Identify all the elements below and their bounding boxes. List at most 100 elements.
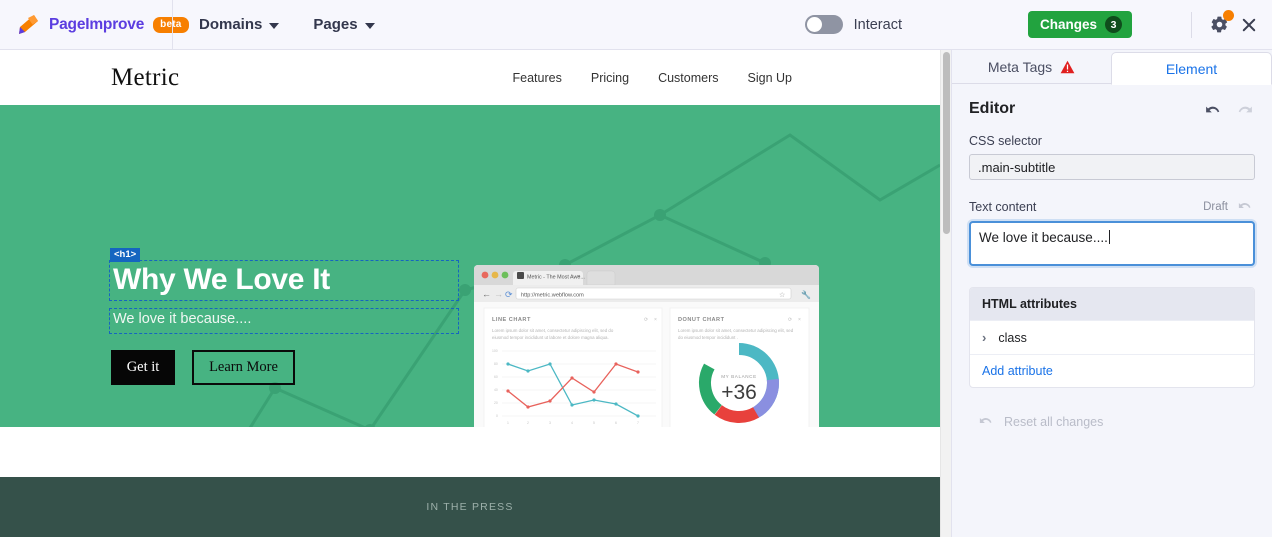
reset-all-changes-label: Reset all changes xyxy=(1004,414,1104,429)
svg-text:80: 80 xyxy=(494,362,498,366)
css-selector-input[interactable] xyxy=(969,154,1255,180)
site-nav-links: Features Pricing Customers Sign Up xyxy=(513,71,792,85)
svg-text:→: → xyxy=(494,289,503,299)
attribute-row-class[interactable]: › class xyxy=(970,320,1254,354)
reset-all-changes-button[interactable]: Reset all changes xyxy=(969,413,1254,430)
changes-button[interactable]: Changes 3 xyxy=(1027,11,1132,38)
warning-icon xyxy=(1060,60,1075,74)
svg-text:100: 100 xyxy=(492,349,498,353)
interact-toggle[interactable] xyxy=(804,15,843,34)
svg-text:3: 3 xyxy=(549,421,551,425)
reset-icon xyxy=(978,413,995,430)
hero-subtitle[interactable]: We love it because.... xyxy=(113,311,251,327)
app-root: PageImprove beta Domains Pages Interact xyxy=(0,0,1272,537)
nav-link-features[interactable]: Features xyxy=(513,71,562,85)
svg-text:←: ← xyxy=(482,289,491,299)
svg-text:LINE CHART: LINE CHART xyxy=(492,317,531,323)
nav-link-pricing[interactable]: Pricing xyxy=(591,71,629,85)
chevron-right-icon: › xyxy=(982,330,987,345)
nav-link-customers[interactable]: Customers xyxy=(658,71,718,85)
get-it-button[interactable]: Get it xyxy=(111,350,175,385)
svg-text:🔧: 🔧 xyxy=(801,290,811,300)
site-logo[interactable]: Metric xyxy=(111,64,179,92)
text-content-value: We love it because.... xyxy=(979,230,1108,245)
svg-text:do eiusmod tempor incididunt .: do eiusmod tempor incididunt . xyxy=(678,335,738,340)
gear-icon[interactable] xyxy=(1210,10,1234,34)
interact-label: Interact xyxy=(853,16,902,33)
interact-toggle-group[interactable]: Interact xyxy=(804,15,902,34)
learn-more-button[interactable]: Learn More xyxy=(192,350,295,385)
panel-tabs: Meta Tags Element xyxy=(952,50,1272,85)
editor-header: Editor xyxy=(969,100,1254,118)
tab-element[interactable]: Element xyxy=(1111,52,1272,85)
undo-icon[interactable] xyxy=(1204,101,1221,118)
text-content-textarea[interactable]: We love it because.... xyxy=(969,221,1255,266)
svg-text:4: 4 xyxy=(571,421,573,425)
editor-panel: Meta Tags Element Editor CSS selector .m… xyxy=(951,50,1272,537)
svg-text:1: 1 xyxy=(507,421,509,425)
svg-text:eiusmod tempor incididunt ut l: eiusmod tempor incididunt ut labore et d… xyxy=(492,335,609,340)
svg-text:⟳: ⟳ xyxy=(505,290,513,300)
svg-text:×: × xyxy=(798,317,801,323)
preview-scrollbar[interactable] xyxy=(940,50,951,537)
svg-text:5: 5 xyxy=(593,421,595,425)
draft-label: Draft xyxy=(1203,200,1228,213)
svg-text:☆: ☆ xyxy=(779,291,785,299)
hero-title[interactable]: Why We Love It xyxy=(113,263,330,297)
svg-text:2: 2 xyxy=(527,421,529,425)
toggle-knob xyxy=(806,17,822,32)
text-content-label: Text content xyxy=(969,199,1037,214)
revert-draft-icon[interactable] xyxy=(1237,198,1254,215)
attribute-name: class xyxy=(998,330,1027,345)
html-attributes-title: HTML attributes xyxy=(970,288,1254,320)
svg-text:DONUT CHART: DONUT CHART xyxy=(678,317,725,323)
close-icon[interactable] xyxy=(1240,16,1258,34)
tab-element-label: Element xyxy=(1165,60,1218,77)
svg-text:×: × xyxy=(577,275,581,281)
brand-name: PageImprove xyxy=(49,15,145,33)
svg-text:7: 7 xyxy=(637,421,639,425)
svg-text:20: 20 xyxy=(494,401,498,405)
menu-domains-label: Domains xyxy=(199,16,263,33)
svg-text:6: 6 xyxy=(615,421,617,425)
notification-dot xyxy=(1223,10,1234,21)
svg-text:Lorem ipsum dolor sit amet, co: Lorem ipsum dolor sit amet, consectetur … xyxy=(492,328,614,333)
brand-logo-group[interactable]: PageImprove beta xyxy=(0,12,189,38)
changes-label: Changes xyxy=(1039,17,1097,32)
menu-pages-label: Pages xyxy=(313,16,358,33)
website-preview[interactable]: Metric Features Pricing Customers Sign U… xyxy=(0,50,940,537)
html-attributes-card: HTML attributes › class Add attribute xyxy=(969,287,1255,388)
svg-text:40: 40 xyxy=(494,388,498,392)
add-attribute-link[interactable]: Add attribute xyxy=(970,354,1254,387)
text-caret xyxy=(1108,230,1110,244)
menu-pages[interactable]: Pages xyxy=(313,16,375,33)
chevron-down-icon xyxy=(364,22,375,29)
svg-text:http://metric.webflow.com: http://metric.webflow.com xyxy=(521,292,584,298)
editor-title: Editor xyxy=(969,100,1016,117)
draft-group: Draft xyxy=(1203,198,1254,215)
tab-meta-tags[interactable]: Meta Tags xyxy=(952,51,1111,84)
nav-link-signup[interactable]: Sign Up xyxy=(748,71,792,85)
svg-text:60: 60 xyxy=(494,375,498,379)
hero-button-group: Get it Learn More xyxy=(111,350,295,385)
top-toolbar: PageImprove beta Domains Pages Interact xyxy=(0,0,1272,50)
tab-meta-tags-label: Meta Tags xyxy=(987,59,1053,75)
element-tag-badge: <h1> xyxy=(110,248,141,262)
pencil-logo-icon xyxy=(14,12,40,38)
press-section: IN THE PRESS FAST COMPANY Forbes TechCru… xyxy=(0,477,940,537)
hero-section: <h1> Why We Love It We love it because..… xyxy=(0,105,940,427)
svg-text:+36: +36 xyxy=(721,381,757,404)
press-title: IN THE PRESS xyxy=(426,501,514,513)
dashboard-screenshot: Metric - The Most Awe... × ← → ⟳ http://… xyxy=(474,265,819,427)
svg-text:0: 0 xyxy=(496,414,498,418)
editor-history-actions xyxy=(1204,101,1254,118)
changes-count-badge: 3 xyxy=(1105,16,1122,33)
toolbar-icon-group xyxy=(1192,10,1272,34)
scrollbar-thumb[interactable] xyxy=(943,52,950,234)
top-nav-menus: Domains Pages xyxy=(173,16,375,33)
css-selector-label: CSS selector xyxy=(969,134,1042,148)
menu-domains[interactable]: Domains xyxy=(199,16,280,33)
redo-icon xyxy=(1237,101,1254,118)
chevron-down-icon xyxy=(269,22,280,29)
svg-text:Lorem ipsum dolor sit amet, co: Lorem ipsum dolor sit amet, consectetur … xyxy=(678,328,794,333)
